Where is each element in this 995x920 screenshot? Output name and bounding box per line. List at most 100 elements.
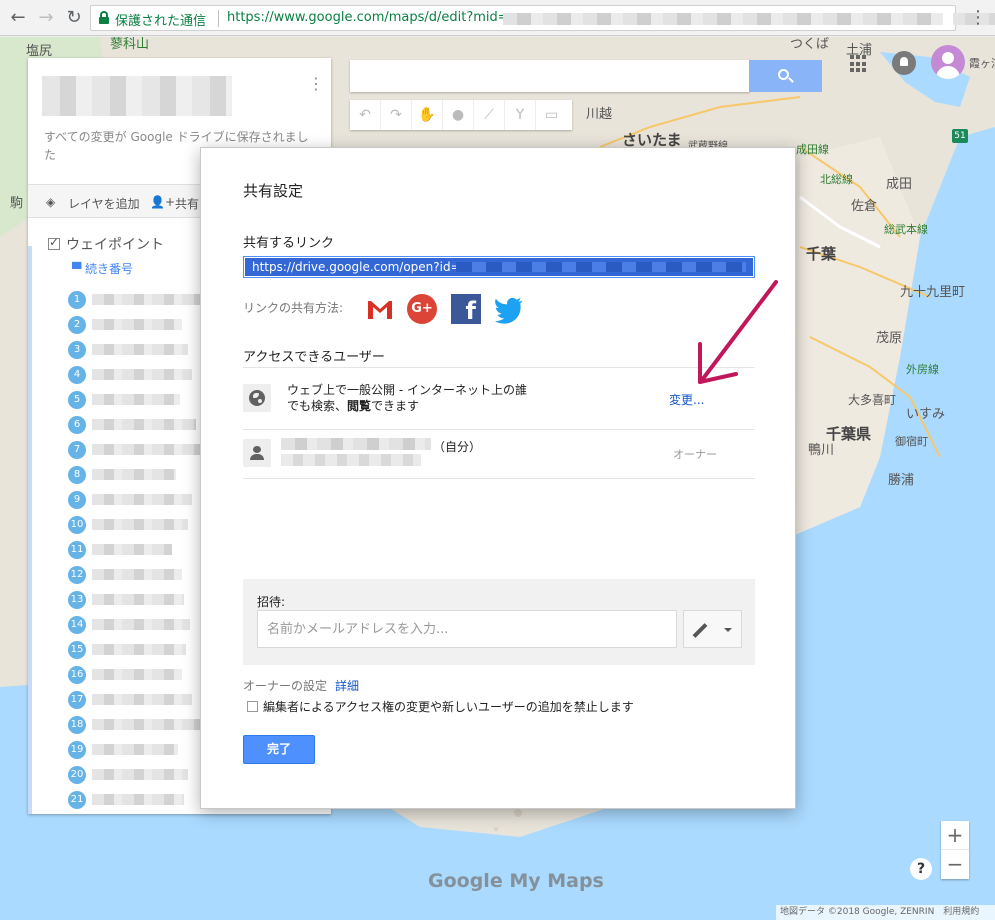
zoom-in-button[interactable]: + [941, 821, 969, 850]
map-label: 蓼科山 [110, 37, 150, 52]
waypoint-name-redacted [92, 544, 172, 555]
map-title-redacted[interactable] [42, 76, 232, 116]
waypoint-name-redacted [92, 594, 184, 605]
layer-checkbox[interactable] [48, 235, 60, 250]
map-attribution[interactable]: 地図データ ©2018 Google, ZENRIN 利用規約 [776, 905, 995, 920]
public-access-description: ウェブ上で一般公開 - インターネット上の誰 でも検索、閲覧できます [287, 383, 527, 413]
url-redacted [503, 13, 943, 25]
map-label: 茂原 [876, 331, 903, 346]
map-label: 霞ヶ浦 [969, 57, 995, 70]
owner-settings-detail-link[interactable]: 詳細 [335, 677, 359, 694]
globe-icon [249, 390, 265, 406]
waypoint-name-redacted [92, 344, 188, 355]
waypoint-number-badge: 3 [68, 341, 86, 359]
hand-icon[interactable]: ✋ [412, 100, 443, 130]
annotation-arrow-icon [698, 280, 778, 384]
map-label: 大多喜町 [848, 393, 897, 407]
waypoint-name-redacted [92, 794, 184, 805]
invite-email-input[interactable] [257, 610, 677, 648]
map-label: 外房線 [906, 363, 939, 376]
waypoint-number-badge: 13 [68, 591, 86, 609]
waypoint-number-badge: 12 [68, 566, 86, 584]
waypoint-name-redacted [92, 294, 202, 305]
share-button[interactable]: 共有 [175, 195, 199, 212]
map-label: 成田 [886, 177, 913, 192]
divider [243, 367, 755, 368]
dialog-title: 共有設定 [243, 182, 304, 200]
paint-roller-icon: ▀ [72, 262, 86, 276]
owner-role-label: オーナー [673, 448, 717, 461]
waypoint-name-redacted [92, 769, 188, 780]
address-bar[interactable]: 保護された通信 https://www.google.com/maps/d/ed… [90, 5, 995, 31]
notifications-bell-icon[interactable] [892, 51, 916, 75]
map-label: 塩尻 [26, 44, 53, 59]
map-label: 総武本線 [884, 223, 928, 236]
redo-icon[interactable]: ↷ [381, 100, 412, 130]
share-link-field[interactable]: https://drive.google.com/open?id= [243, 256, 755, 278]
forward-arrow-icon[interactable]: → [34, 6, 58, 30]
person-icon [253, 446, 261, 453]
invite-label: 招待: [257, 595, 286, 609]
google-my-maps-logo: Google My Maps [428, 870, 604, 892]
share-link-redacted [456, 262, 746, 272]
waypoint-name-redacted [92, 394, 180, 405]
waypoint-number-badge: 17 [68, 691, 86, 709]
waypoint-name-redacted [92, 369, 192, 380]
owner-email-redacted [281, 454, 421, 466]
apps-grid-icon[interactable] [850, 55, 868, 73]
change-access-link[interactable]: 変更... [669, 391, 704, 408]
waypoint-name-redacted [92, 744, 178, 755]
zoom-control: + − [941, 821, 969, 879]
divider [243, 429, 755, 430]
draw-line-icon[interactable]: ⟋ [474, 100, 505, 130]
google-plus-icon[interactable]: G+ [407, 294, 437, 324]
map-label: 駒 [10, 196, 24, 211]
avatar[interactable] [931, 45, 965, 79]
map-search-button[interactable] [749, 60, 822, 92]
layer-accent-bar [28, 246, 32, 814]
owner-settings-label: オーナーの設定 [243, 679, 328, 693]
waypoint-number-badge: 9 [68, 491, 86, 509]
globe-icon-box [243, 384, 271, 412]
twitter-icon[interactable] [494, 294, 524, 324]
reload-icon[interactable]: ↻ [62, 6, 86, 30]
share-settings-dialog: 共有設定 共有するリンク https://drive.google.com/op… [200, 147, 796, 809]
marker-icon[interactable]: ● [443, 100, 474, 130]
waypoint-number-badge: 7 [68, 441, 86, 459]
zoom-out-button[interactable]: − [941, 850, 969, 879]
waypoint-name-redacted [92, 719, 204, 730]
waypoint-name-redacted [92, 319, 182, 330]
directions-icon[interactable]: Y [505, 100, 536, 130]
ruler-icon[interactable]: ▭ [536, 100, 567, 130]
gmail-icon[interactable] [365, 294, 395, 324]
secure-connection-label: 保護された通信 [115, 14, 207, 29]
map-label: 御宿町 [895, 435, 928, 448]
facebook-icon[interactable]: f [451, 294, 481, 324]
waypoint-name-redacted [92, 619, 190, 630]
map-search-input[interactable] [350, 60, 750, 92]
waypoint-number-badge: 18 [68, 716, 86, 734]
url-text[interactable]: https://www.google.com/maps/d/edit?mid= [227, 10, 509, 25]
permission-dropdown-button[interactable] [683, 610, 742, 648]
done-button[interactable]: 完了 [243, 735, 315, 764]
layer-style-link[interactable]: ▀ 続き番号 [72, 260, 133, 277]
waypoint-number-badge: 11 [68, 541, 86, 559]
waypoint-number-badge: 20 [68, 766, 86, 784]
back-arrow-icon[interactable]: ← [6, 6, 30, 30]
owner-self-label: （自分） [433, 440, 482, 454]
restrict-editors-checkbox[interactable] [247, 701, 258, 712]
waypoint-number-badge: 1 [68, 291, 86, 309]
undo-icon[interactable]: ↶ [350, 100, 381, 130]
map-toolbar: ↶ ↷ ✋ ● ⟋ Y ▭ [350, 100, 572, 130]
layer-title[interactable]: ウェイポイント [48, 234, 164, 254]
restrict-editors-option[interactable]: 編集者によるアクセス権の変更や新しいユーザーの追加を禁止します [247, 698, 634, 715]
map-label: つくば [790, 37, 830, 52]
share-via-label: リンクの共有方法: [243, 301, 344, 315]
add-layer-button[interactable]: レイヤを追加 [68, 195, 140, 212]
waypoint-number-badge: 5 [68, 391, 86, 409]
more-options-icon[interactable]: ⋮ [308, 74, 324, 93]
waypoint-name-redacted [92, 444, 204, 455]
browser-menu-icon[interactable]: ⋮ [968, 6, 988, 30]
waypoint-number-badge: 16 [68, 666, 86, 684]
help-icon[interactable]: ? [910, 858, 932, 880]
